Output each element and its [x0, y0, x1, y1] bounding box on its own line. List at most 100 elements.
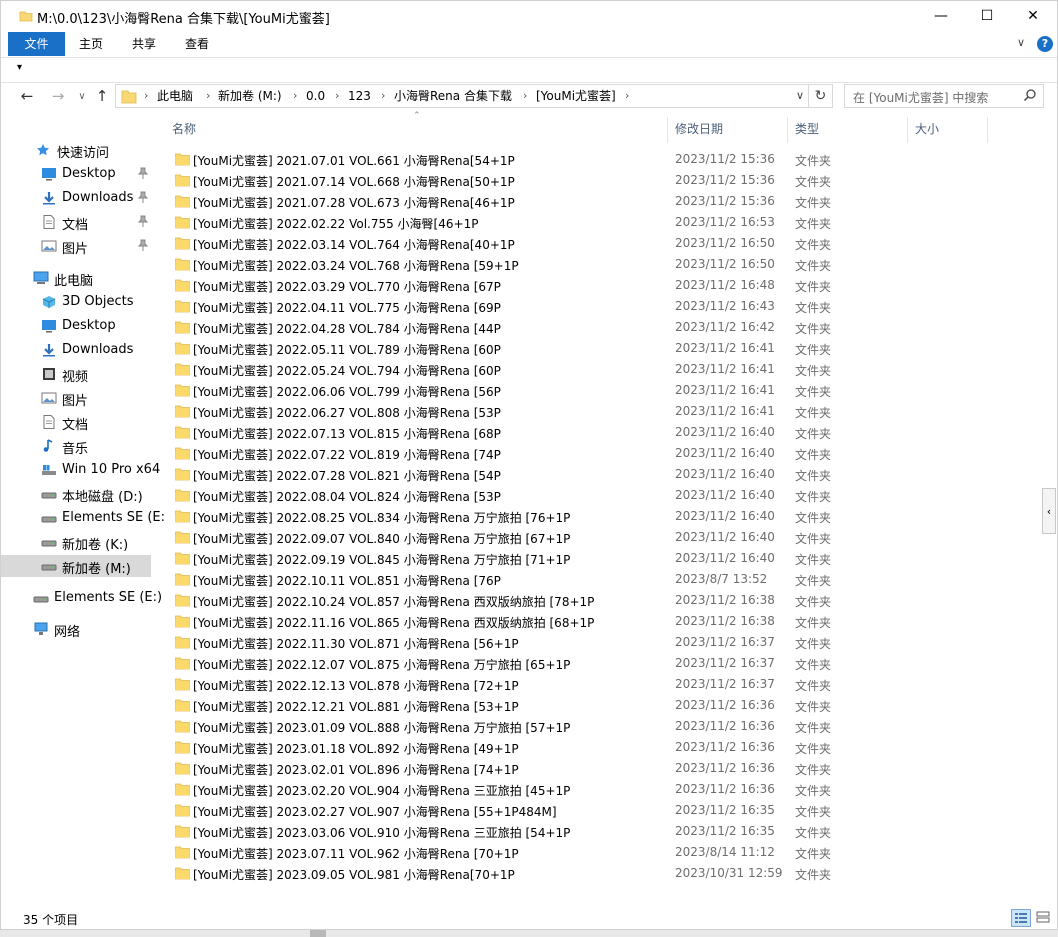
details-view-button[interactable]	[1011, 909, 1031, 927]
file-row[interactable]: [YouMi尤蜜荟] 2021.07.28 VOL.673 小海臀Rena[46…	[167, 191, 1031, 212]
tab-file[interactable]: 文件	[8, 32, 65, 56]
file-row[interactable]: [YouMi尤蜜荟] 2022.09.19 VOL.845 小海臀Rena 万宁…	[167, 548, 1031, 569]
file-row[interactable]: [YouMi尤蜜荟] 2022.02.22 Vol.755 小海臀[46+1P 2…	[167, 212, 1031, 233]
ribbon-expand-icon[interactable]: ∨	[1017, 36, 1025, 49]
up-button[interactable]: ↑	[92, 87, 112, 105]
sidebar-item-新加卷-m[interactable]: 新加卷 (M:)	[1, 555, 151, 577]
file-row[interactable]: [YouMi尤蜜荟] 2021.07.01 VOL.661 小海臀Rena[54…	[167, 149, 1031, 170]
file-row[interactable]: [YouMi尤蜜荟] 2023.01.18 VOL.892 小海臀Rena [4…	[167, 737, 1031, 758]
file-row[interactable]: [YouMi尤蜜荟] 2023.03.06 VOL.910 小海臀Rena 三亚…	[167, 821, 1031, 842]
sidebar-item-3d-objects[interactable]: 3D Objects	[1, 291, 159, 313]
file-row[interactable]: [YouMi尤蜜荟] 2022.09.07 VOL.840 小海臀Rena 万宁…	[167, 527, 1031, 548]
sidebar-item-elements-se-e[interactable]: Elements SE (E:)	[1, 587, 162, 609]
breadcrumb-drive-m[interactable]: 新加卷 (M:)	[218, 85, 282, 107]
sidebar-item-文档[interactable]: 文档	[1, 211, 159, 233]
sidebar-item-desktop[interactable]: Desktop	[1, 315, 159, 337]
column-header-size[interactable]: 大小	[915, 117, 939, 143]
file-row[interactable]: [YouMi尤蜜荟] 2022.03.24 VOL.768 小海臀Rena [5…	[167, 254, 1031, 275]
file-row[interactable]: [YouMi尤蜜荟] 2022.11.30 VOL.871 小海臀Rena [5…	[167, 632, 1031, 653]
close-button[interactable]: ✕	[1010, 1, 1056, 32]
file-row[interactable]: [YouMi尤蜜荟] 2022.05.11 VOL.789 小海臀Rena [6…	[167, 338, 1031, 359]
sidebar-item-视频[interactable]: 视频	[1, 363, 159, 385]
file-row[interactable]: [YouMi尤蜜荟] 2023.07.11 VOL.962 小海臀Rena [7…	[167, 842, 1031, 863]
customize-toolbar-icon[interactable]: ▾	[17, 62, 22, 73]
sidebar-item-新加卷-k[interactable]: 新加卷 (K:)	[1, 531, 159, 553]
file-row[interactable]: [YouMi尤蜜荟] 2022.12.07 VOL.875 小海臀Rena 万宁…	[167, 653, 1031, 674]
back-button[interactable]: ←	[17, 87, 37, 105]
sidebar-item-网络[interactable]: 网络	[1, 618, 159, 640]
tab-home[interactable]: 主页	[68, 32, 114, 56]
recent-locations-icon[interactable]: ∨	[72, 91, 92, 102]
file-row[interactable]: [YouMi尤蜜荟] 2023.01.09 VOL.888 小海臀Rena 万宁…	[167, 716, 1031, 737]
sidebar-item-label: 图片	[62, 242, 89, 257]
file-row[interactable]: [YouMi尤蜜荟] 2023.09.05 VOL.981 小海臀Rena[70…	[167, 863, 1031, 884]
folder-icon	[175, 719, 190, 736]
file-row[interactable]: [YouMi尤蜜荟] 2022.10.11 VOL.851 小海臀Rena [7…	[167, 569, 1031, 590]
breadcrumb-collection[interactable]: 小海臀Rena 合集下载	[394, 85, 512, 107]
help-icon[interactable]: ?	[1037, 36, 1053, 52]
breadcrumb-separator[interactable]: ›	[144, 85, 148, 107]
breadcrumb-separator[interactable]: ›	[335, 85, 339, 107]
tab-view[interactable]: 查看	[174, 32, 220, 56]
sidebar-item-downloads[interactable]: Downloads	[1, 339, 159, 361]
breadcrumb-this-pc[interactable]: 此电脑	[157, 85, 193, 107]
breadcrumb-123[interactable]: 123	[348, 85, 371, 107]
file-row[interactable]: [YouMi尤蜜荟] 2023.02.01 VOL.896 小海臀Rena [7…	[167, 758, 1031, 779]
file-row[interactable]: [YouMi尤蜜荟] 2021.07.14 VOL.668 小海臀Rena[50…	[167, 170, 1031, 191]
minimize-button[interactable]: —	[918, 1, 964, 32]
breadcrumb-separator[interactable]: ›	[381, 85, 385, 107]
sidebar-item-文档[interactable]: 文档	[1, 411, 159, 433]
file-row[interactable]: [YouMi尤蜜荟] 2022.03.14 VOL.764 小海臀Rena[40…	[167, 233, 1031, 254]
column-header-date[interactable]: 修改日期	[675, 117, 723, 143]
address-dropdown-icon[interactable]: ∨	[796, 89, 804, 102]
column-divider[interactable]	[907, 117, 908, 143]
file-row[interactable]: [YouMi尤蜜荟] 2022.10.24 VOL.857 小海臀Rena 西双…	[167, 590, 1031, 611]
file-row[interactable]: [YouMi尤蜜荟] 2022.06.27 VOL.808 小海臀Rena [5…	[167, 401, 1031, 422]
file-row[interactable]: [YouMi尤蜜荟] 2022.04.28 VOL.784 小海臀Rena [4…	[167, 317, 1031, 338]
file-row[interactable]: [YouMi尤蜜荟] 2022.05.24 VOL.794 小海臀Rena [6…	[167, 359, 1031, 380]
sidebar-item-此电脑[interactable]: 此电脑	[1, 267, 159, 289]
search-input[interactable]: 在 [YouMi尤蜜荟] 中搜索	[844, 84, 1044, 108]
file-row[interactable]: [YouMi尤蜜荟] 2022.08.04 VOL.824 小海臀Rena [5…	[167, 485, 1031, 506]
sidebar-item-win-10-pro-x64[interactable]: Win 10 Pro x64	[1, 459, 160, 481]
breadcrumb-separator[interactable]: ›	[625, 85, 629, 107]
file-row[interactable]: [YouMi尤蜜荟] 2022.12.13 VOL.878 小海臀Rena [7…	[167, 674, 1031, 695]
address-bar[interactable]: › 此电脑 › 新加卷 (M:) › 0.0 › 123 › 小海臀Rena 合…	[115, 84, 809, 108]
title-bar[interactable]: M:\0.0\123\小海臀Rena 合集下载\[YouMi尤蜜荟] — ☐ ✕	[1, 1, 1057, 32]
column-divider[interactable]	[667, 117, 668, 143]
column-header-name[interactable]: 名称	[172, 117, 196, 143]
large-icons-view-button[interactable]	[1034, 909, 1054, 927]
file-row[interactable]: [YouMi尤蜜荟] 2023.02.27 VOL.907 小海臀Rena [5…	[167, 800, 1031, 821]
sidebar-item-elements-se-e[interactable]: Elements SE (E:	[1, 507, 165, 529]
sidebar-item-快速访问[interactable]: 快速访问	[1, 139, 159, 161]
file-row[interactable]: [YouMi尤蜜荟] 2022.03.29 VOL.770 小海臀Rena [6…	[167, 275, 1031, 296]
breadcrumb-separator[interactable]: ›	[293, 85, 297, 107]
sidebar-item-downloads[interactable]: Downloads	[1, 187, 159, 209]
file-row[interactable]: [YouMi尤蜜荟] 2022.07.28 VOL.821 小海臀Rena [5…	[167, 464, 1031, 485]
sidebar-item-本地磁盘-d[interactable]: 本地磁盘 (D:)	[1, 483, 159, 505]
file-row[interactable]: [YouMi尤蜜荟] 2022.11.16 VOL.865 小海臀Rena 西双…	[167, 611, 1031, 632]
maximize-button[interactable]: ☐	[964, 1, 1010, 32]
pane-toggle-button[interactable]: ‹	[1042, 488, 1056, 534]
file-row[interactable]: [YouMi尤蜜荟] 2022.12.21 VOL.881 小海臀Rena [5…	[167, 695, 1031, 716]
file-row[interactable]: [YouMi尤蜜荟] 2022.07.13 VOL.815 小海臀Rena [6…	[167, 422, 1031, 443]
tab-share[interactable]: 共享	[120, 32, 168, 56]
refresh-button[interactable]: ↻	[809, 84, 833, 108]
file-row[interactable]: [YouMi尤蜜荟] 2023.02.20 VOL.904 小海臀Rena 三亚…	[167, 779, 1031, 800]
breadcrumb-0-0[interactable]: 0.0	[306, 85, 325, 107]
forward-button[interactable]: →	[48, 87, 68, 105]
breadcrumb-current-folder[interactable]: [YouMi尤蜜荟]	[536, 85, 616, 107]
file-row[interactable]: [YouMi尤蜜荟] 2022.07.22 VOL.819 小海臀Rena [7…	[167, 443, 1031, 464]
sidebar-item-音乐[interactable]: 音乐	[1, 435, 159, 457]
breadcrumb-separator[interactable]: ›	[206, 85, 210, 107]
column-divider[interactable]	[987, 117, 988, 143]
sidebar-item-图片[interactable]: 图片	[1, 387, 159, 409]
sidebar-item-图片[interactable]: 图片	[1, 235, 159, 257]
column-header-type[interactable]: 类型	[795, 117, 819, 143]
file-row[interactable]: [YouMi尤蜜荟] 2022.06.06 VOL.799 小海臀Rena [5…	[167, 380, 1031, 401]
file-row[interactable]: [YouMi尤蜜荟] 2022.08.25 VOL.834 小海臀Rena 万宁…	[167, 506, 1031, 527]
file-row[interactable]: [YouMi尤蜜荟] 2022.04.11 VOL.775 小海臀Rena [6…	[167, 296, 1031, 317]
column-divider[interactable]	[787, 117, 788, 143]
breadcrumb-separator[interactable]: ›	[523, 85, 527, 107]
sidebar-item-desktop[interactable]: Desktop	[1, 163, 159, 185]
